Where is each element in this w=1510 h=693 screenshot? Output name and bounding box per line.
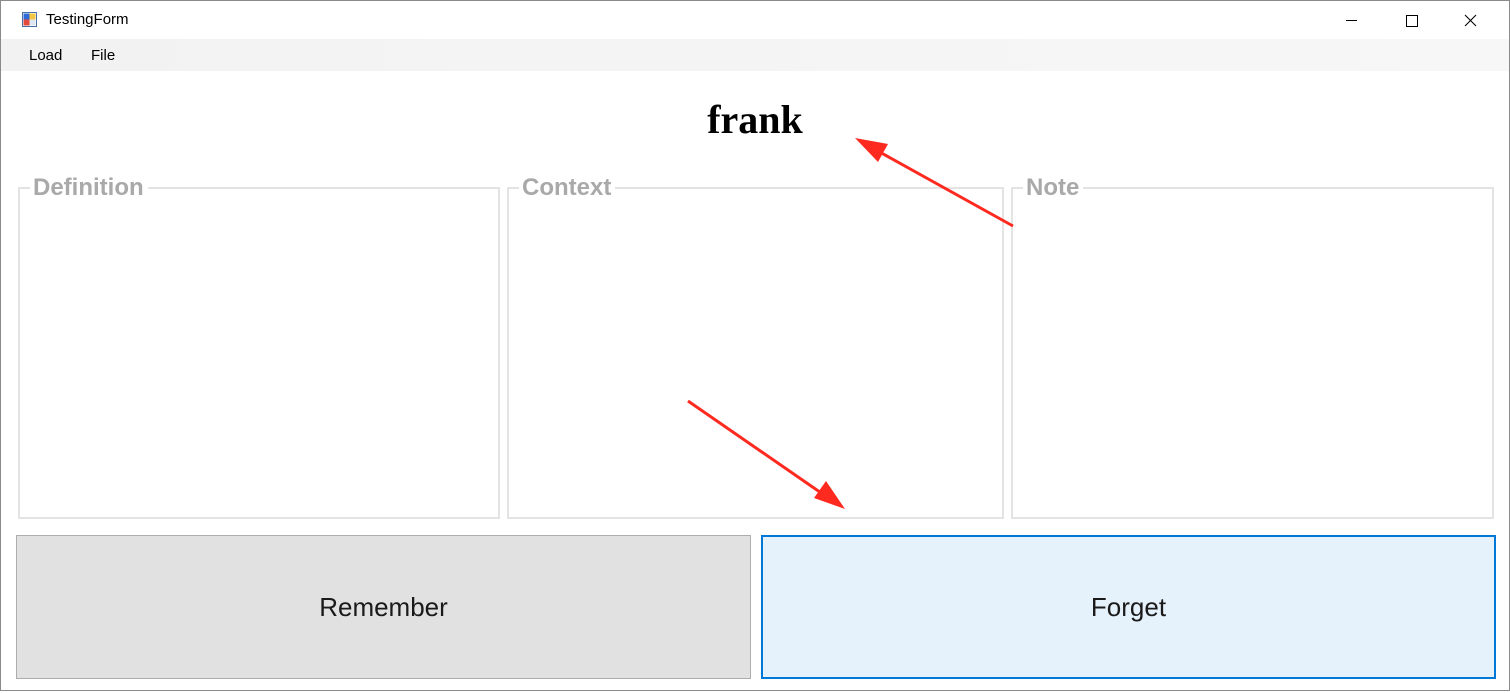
maximize-icon	[1406, 15, 1418, 27]
context-label: Context	[519, 175, 616, 201]
minimize-button[interactable]	[1323, 1, 1381, 39]
window-title: TestingForm	[46, 11, 129, 28]
note-label: Note	[1023, 175, 1084, 201]
menu-item-file[interactable]: File	[91, 47, 115, 65]
word-title: frank	[707, 97, 803, 142]
testing-form-window: TestingForm Load File frank Definition C…	[0, 0, 1510, 691]
maximize-button[interactable]	[1383, 1, 1441, 39]
definition-groupbox: Definition	[18, 175, 500, 519]
context-groupbox: Context	[507, 175, 1004, 519]
minimize-icon	[1346, 20, 1357, 21]
title-bar[interactable]: TestingForm	[1, 1, 1509, 39]
forget-button[interactable]: Forget	[761, 535, 1496, 679]
note-groupbox: Note	[1011, 175, 1494, 519]
menu-item-load[interactable]: Load	[29, 47, 62, 65]
remember-button[interactable]: Remember	[16, 535, 751, 679]
close-button[interactable]	[1441, 1, 1499, 39]
menu-bar: Load File	[1, 39, 1509, 71]
app-form-icon	[22, 12, 37, 27]
definition-label: Definition	[30, 175, 148, 201]
close-icon	[1464, 14, 1477, 27]
